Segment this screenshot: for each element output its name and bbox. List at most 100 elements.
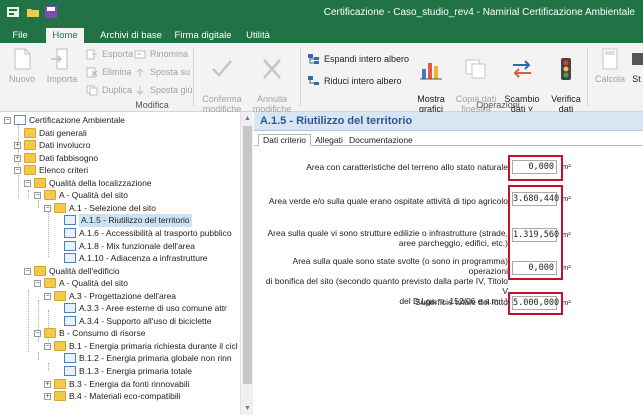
unit-label: m² bbox=[562, 162, 571, 171]
panel-tabs: Dati criterio Allegati Documentazione bbox=[254, 132, 643, 146]
tree-node[interactable]: Dati generali bbox=[24, 127, 87, 140]
tab-file[interactable]: File bbox=[2, 28, 38, 43]
nuovo-button[interactable]: Nuovo bbox=[0, 47, 44, 84]
folder-icon bbox=[44, 190, 56, 201]
importa-button[interactable]: Importa bbox=[40, 47, 84, 84]
value-input[interactable]: 3.680,440 bbox=[512, 192, 559, 206]
collapse-icon[interactable]: − bbox=[44, 342, 51, 350]
tree-node-label: A - Qualità del sito bbox=[59, 190, 128, 201]
tree-node[interactable]: A.3.4 - Supporto all'uso di biciclette bbox=[64, 315, 212, 328]
book-icon bbox=[14, 115, 26, 125]
expand-icon[interactable]: + bbox=[44, 380, 51, 388]
tree-node[interactable]: − A.1 - Selezione del sito bbox=[44, 202, 156, 215]
tree-node[interactable]: + B.4 - Materiali eco-compatibili bbox=[44, 390, 180, 403]
field-label: Area sulla quale vi sono strutture edili… bbox=[267, 228, 508, 248]
rinomina-button[interactable]: Rinomina bbox=[134, 48, 188, 61]
espandi-albero-button[interactable]: Espandi intero albero bbox=[308, 53, 409, 66]
calcola-button[interactable]: Calcola bbox=[590, 47, 630, 84]
value-input[interactable]: 5.000,000 bbox=[512, 296, 559, 310]
riduci-albero-button[interactable]: Riduci intero albero bbox=[308, 75, 402, 88]
scrollbar-thumb[interactable] bbox=[243, 126, 252, 384]
tab-utilita[interactable]: Utilità bbox=[238, 28, 278, 43]
edit-doc-icon bbox=[64, 315, 76, 326]
collapse-icon[interactable]: − bbox=[14, 167, 21, 175]
tree-node[interactable]: − Certificazione Ambientale bbox=[4, 114, 125, 127]
value-input[interactable]: 0,000 bbox=[512, 160, 557, 174]
copy-window-icon bbox=[465, 59, 486, 79]
checkmark-icon bbox=[212, 60, 232, 77]
duplica-button[interactable]: Duplica bbox=[86, 84, 132, 97]
tree-line bbox=[38, 200, 39, 208]
annulla-modifiche-button[interactable]: Annulla modifiche bbox=[248, 47, 296, 114]
tree-node[interactable]: − A.3 - Progettazione dell'area bbox=[44, 290, 176, 303]
collapse-icon[interactable]: − bbox=[44, 292, 51, 300]
scroll-down-icon[interactable]: ▼ bbox=[243, 404, 252, 413]
tree-node[interactable]: + Dati fabbisogno bbox=[14, 152, 98, 165]
collapse-icon[interactable]: − bbox=[34, 280, 41, 288]
tab-archivi-di-base[interactable]: Archivi di base bbox=[92, 28, 170, 43]
tree-node[interactable]: A.1.6 - Accessibilità al trasporto pubbl… bbox=[64, 227, 232, 240]
tree-scrollbar[interactable]: ▲ ▼ bbox=[240, 112, 253, 415]
tab-home[interactable]: Home bbox=[46, 28, 84, 43]
tree-node[interactable]: + B.3 - Energia da fonti rinnovabili bbox=[44, 378, 190, 391]
sposta-su-button[interactable]: Sposta su bbox=[134, 66, 190, 79]
edit-doc-icon bbox=[64, 240, 76, 251]
expand-icon[interactable]: + bbox=[44, 393, 51, 401]
riduci-label: Riduci intero albero bbox=[324, 76, 402, 86]
collapse-icon[interactable]: − bbox=[34, 192, 41, 200]
save-icon[interactable] bbox=[44, 6, 58, 18]
tree-node[interactable]: − Elenco criteri bbox=[14, 164, 88, 177]
collapse-icon[interactable]: − bbox=[4, 117, 11, 124]
esporta-button[interactable]: Esporta bbox=[86, 48, 133, 61]
criteria-tree[interactable]: − Certificazione Ambientale Dati generali +… bbox=[0, 112, 240, 415]
collapse-icon[interactable]: − bbox=[34, 330, 41, 338]
tree-node[interactable]: A.1.8 - Mix funzionale dell'area bbox=[64, 240, 195, 253]
tab-dati-criterio[interactable]: Dati criterio bbox=[258, 134, 311, 146]
tree-node-label: A.3.3 - Aree esterne di uso comune attr bbox=[79, 303, 227, 314]
st-button[interactable]: St bbox=[630, 47, 643, 84]
calcola-label: Calcola bbox=[594, 74, 625, 84]
tree-node-label: A.3.4 - Supporto all'uso di biciclette bbox=[79, 315, 212, 326]
expand-icon[interactable]: + bbox=[14, 154, 21, 162]
cancel-x-icon bbox=[263, 59, 281, 79]
tree-node[interactable]: A.1.5 - Riutilizzo del territorio bbox=[64, 214, 192, 228]
collapse-icon[interactable]: − bbox=[24, 179, 31, 187]
collapse-icon[interactable]: − bbox=[44, 204, 51, 212]
tree-node[interactable]: + Dati involucro bbox=[14, 139, 91, 152]
ribbon-separator bbox=[193, 48, 194, 106]
tree-node[interactable]: − Qualità della localizzazione bbox=[24, 177, 152, 190]
conferma-modifiche-button[interactable]: Conferma modifiche bbox=[198, 47, 246, 114]
export-icon bbox=[86, 49, 97, 60]
tree-node-label: A.1.5 - Riutilizzo del territorio bbox=[79, 214, 192, 228]
tree-node-label: B - Consumo di risorse bbox=[59, 328, 146, 339]
tree-node[interactable]: − Qualità dell'edificio bbox=[24, 265, 120, 278]
tab-allegati[interactable]: Allegati bbox=[310, 134, 348, 146]
expand-icon[interactable]: + bbox=[14, 142, 21, 150]
tree-node[interactable]: − A - Qualità del sito bbox=[34, 277, 128, 290]
tree-node[interactable]: A.1.10 - Adiacenza a infrastrutture bbox=[64, 252, 208, 265]
tree-node-label: B.1 - Energia primaria richiesta durante… bbox=[69, 340, 238, 351]
collapse-icon[interactable]: − bbox=[24, 267, 31, 275]
scroll-up-icon[interactable]: ▲ bbox=[243, 114, 252, 123]
expand-tree-icon bbox=[308, 54, 319, 64]
tab-documentazione[interactable]: Documentazione bbox=[344, 134, 418, 146]
tree-line bbox=[48, 363, 49, 371]
value-input[interactable]: 0,000 bbox=[512, 261, 557, 275]
tree-node[interactable]: − A - Qualità del sito bbox=[34, 189, 128, 202]
sposta-giu-button[interactable]: Sposta giù bbox=[134, 84, 193, 97]
tree-node[interactable]: B.1.3 - Energia primaria totale bbox=[64, 365, 192, 378]
duplicate-icon bbox=[86, 85, 98, 96]
tree-node[interactable]: − B - Consumo di risorse bbox=[34, 327, 146, 340]
app-icon[interactable] bbox=[6, 6, 20, 18]
field-label: Superficie totale del lotto bbox=[414, 297, 508, 307]
value-input[interactable]: 1.319,560 bbox=[512, 228, 559, 242]
open-folder-icon[interactable] bbox=[26, 6, 40, 18]
tree-node[interactable]: A.3.3 - Aree esterne di uso comune attr bbox=[64, 302, 227, 315]
tree-node[interactable]: − B.1 - Energia primaria richiesta durant… bbox=[44, 340, 238, 353]
tree-node[interactable]: B.1.2 - Energia primaria globale non rin… bbox=[64, 352, 232, 365]
tree-line bbox=[48, 210, 49, 257]
tab-firma-digitale[interactable]: Firma digitale bbox=[170, 28, 236, 43]
annulla-label: Annulla modifiche bbox=[252, 94, 292, 114]
elimina-button[interactable]: Elimina bbox=[86, 66, 132, 79]
tree-node-label: B.1.2 - Energia primaria globale non rin… bbox=[79, 353, 232, 364]
